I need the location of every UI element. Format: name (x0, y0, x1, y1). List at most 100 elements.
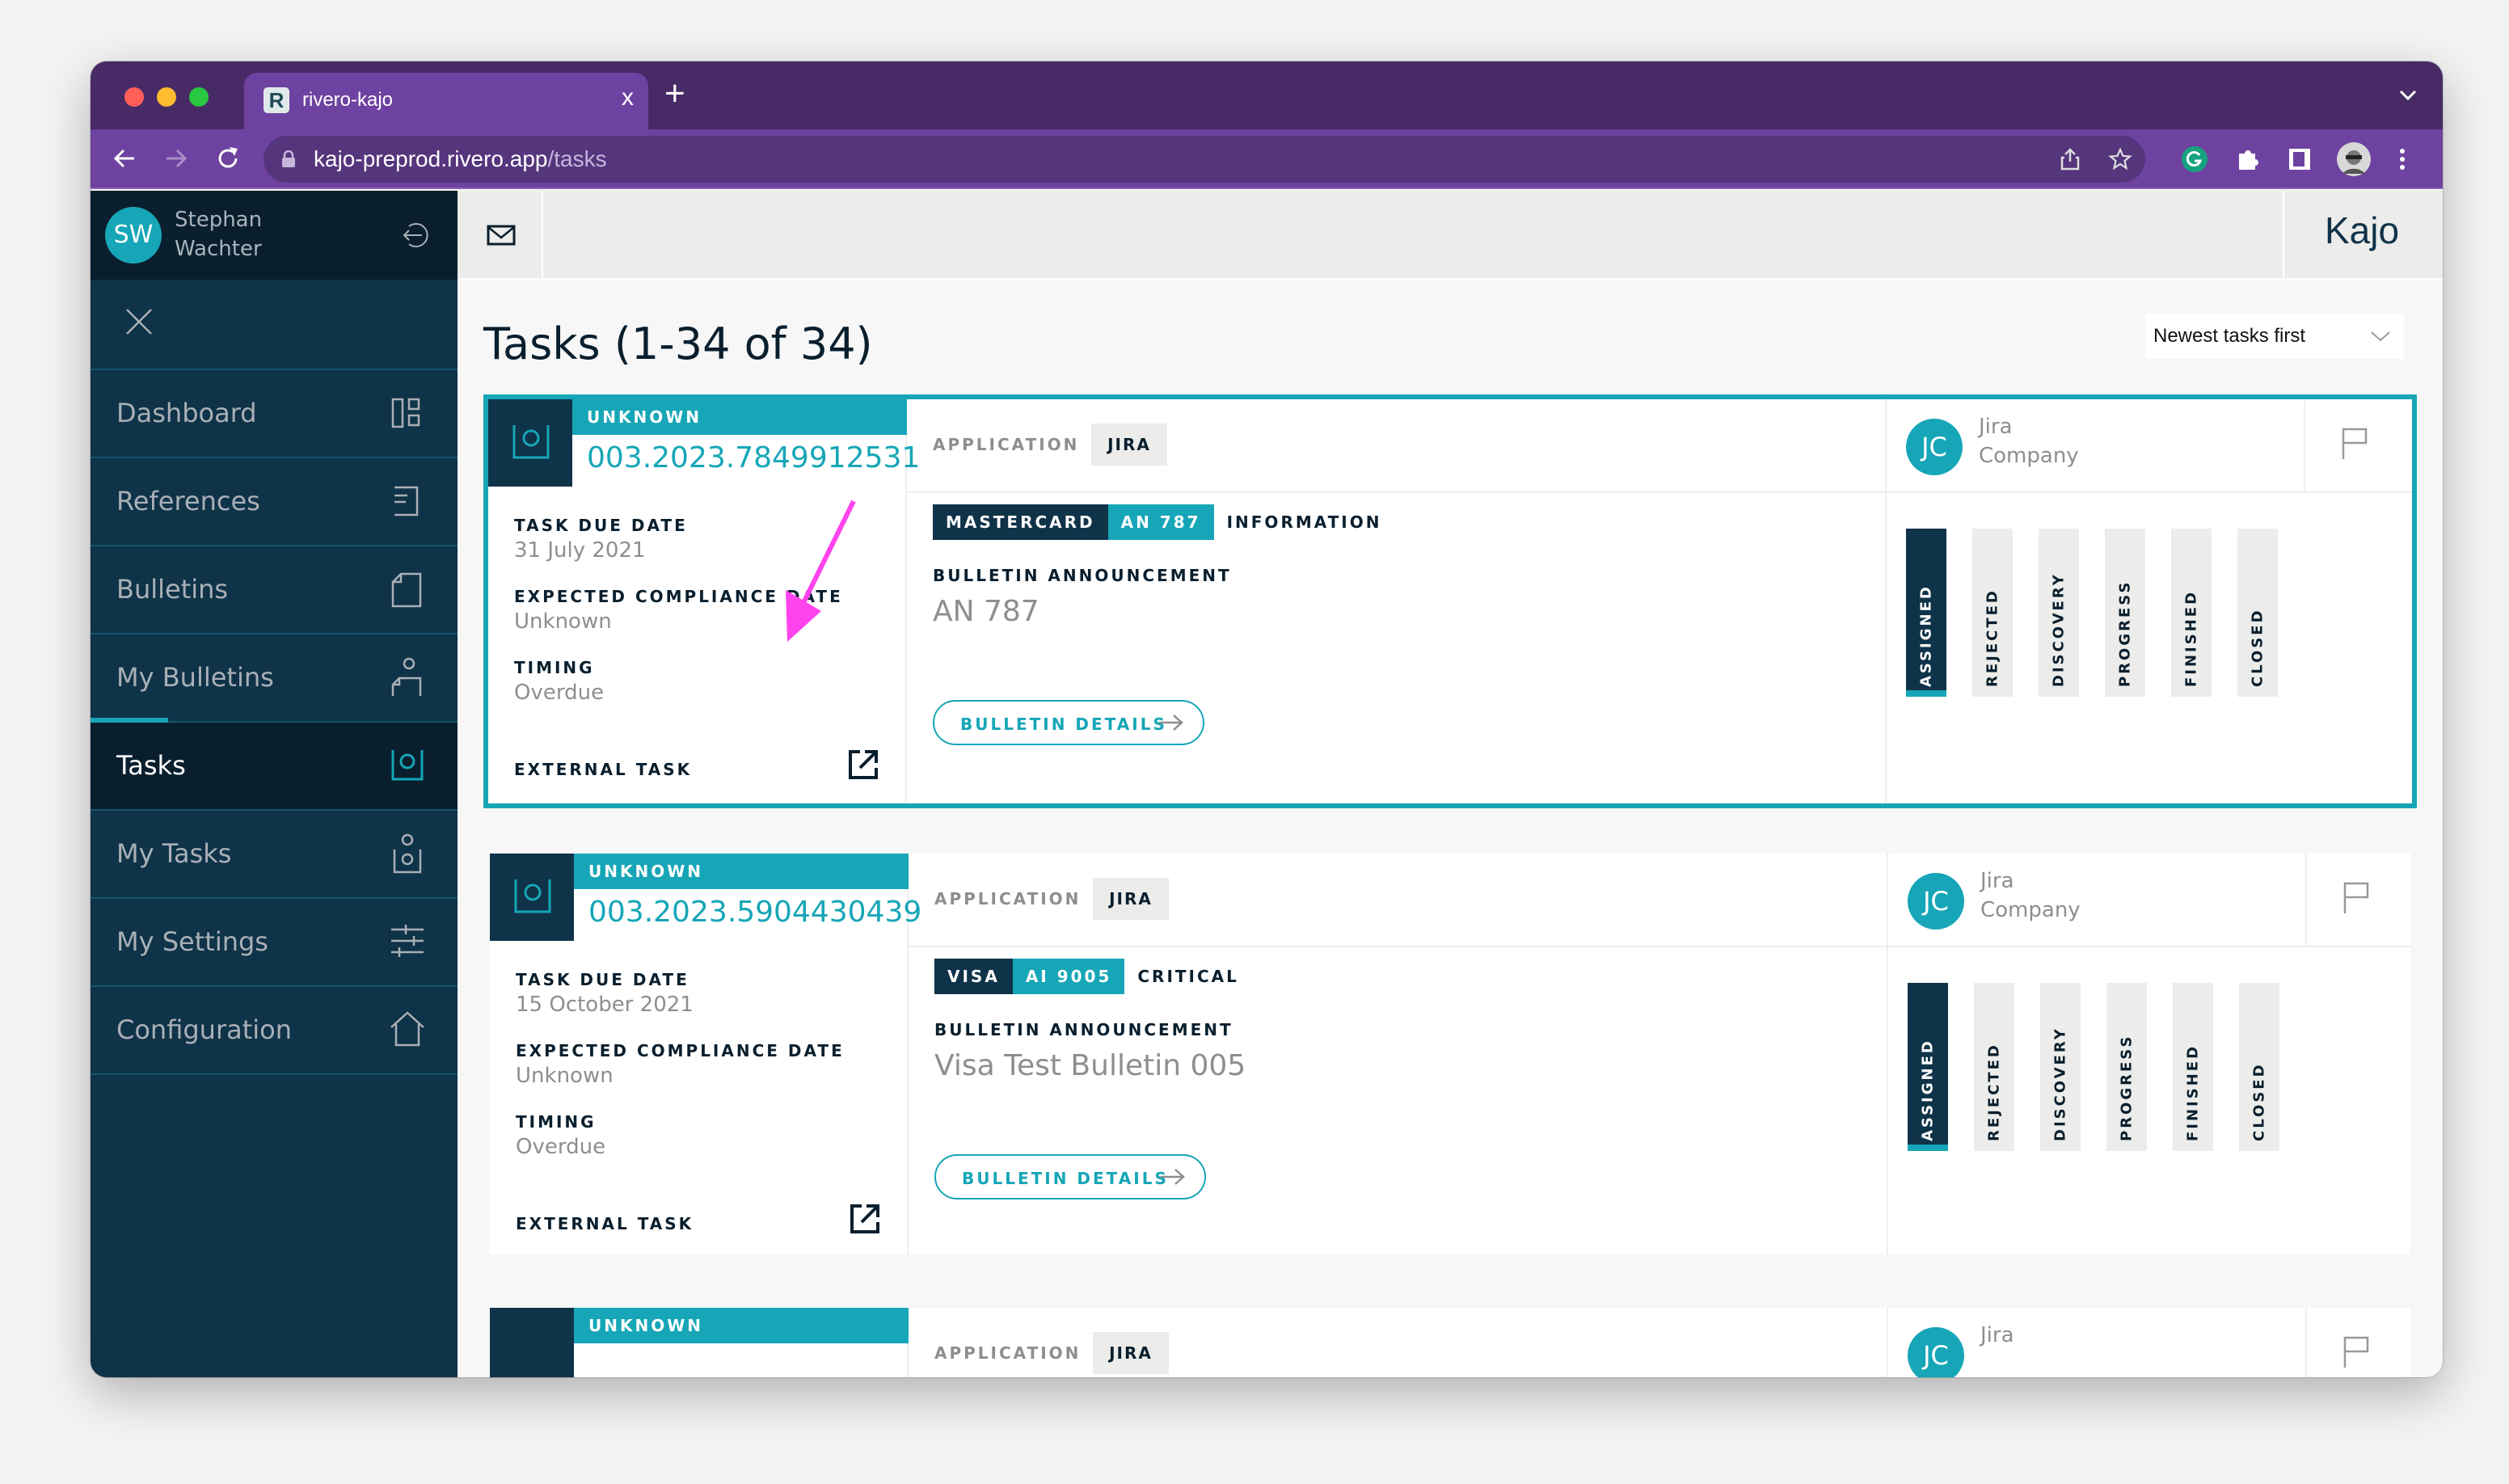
assignee-avatar: JC (1908, 1327, 1964, 1377)
assignment-panel: JC Jira Company ASSIGNED REJECTED DISCOVE… (1887, 399, 2412, 803)
messages-button[interactable] (458, 191, 543, 278)
task-summary: UNKNOWN 003.2023.7849912531 TASK DUE DAT… (488, 399, 920, 803)
assignee-avatar: JC (1906, 419, 1963, 475)
sidebar-item-references[interactable]: References (91, 458, 458, 546)
dashboard-icon (391, 398, 420, 428)
url-text: kajo-preprod.rivero.app/tasks (314, 146, 607, 171)
tasks-icon (391, 750, 424, 781)
network-tag: VISA (934, 959, 1013, 994)
external-task-label: EXTERNAL TASK (514, 760, 693, 779)
flag-button[interactable] (2307, 1308, 2410, 1377)
bookmark-star-icon[interactable] (2108, 147, 2132, 171)
task-icon (512, 425, 550, 459)
assignee-name: Jira Company (1979, 415, 2079, 468)
sidebar-close-row (91, 280, 458, 370)
task-status: UNKNOWN (574, 1308, 909, 1343)
tab-title: rivero-kajo (302, 89, 394, 111)
application-row: APPLICATION JIRA (907, 399, 1885, 493)
profile-avatar[interactable] (2336, 141, 2372, 177)
bulletin-announcement-label: BULLETIN ANNOUNCEMENT (934, 1020, 1233, 1039)
assignee-name: Jira (1980, 1323, 2014, 1347)
sidebar-item-dashboard[interactable]: Dashboard (91, 370, 458, 458)
browser-menu-icon[interactable] (2396, 145, 2409, 173)
network-tag: MASTERCARD (933, 504, 1108, 540)
address-bar[interactable]: kajo-preprod.rivero.app/tasks (264, 136, 2145, 183)
share-icon[interactable] (2058, 147, 2082, 171)
maximize-window-button[interactable] (189, 87, 209, 107)
task-id-link[interactable]: 003.2023.7849912531 (587, 441, 920, 474)
compliance-date-value: Unknown (516, 1064, 614, 1088)
assignee: JC Jira Company (1887, 399, 2305, 493)
stage-progress[interactable]: PROGRESS (2105, 529, 2145, 697)
forward-arrow-icon[interactable] (162, 144, 191, 173)
brand-cell: Kajo (2283, 191, 2443, 278)
brand-logo: Kajo (2325, 209, 2400, 251)
flag-button[interactable] (2305, 399, 2412, 493)
logout-icon[interactable] (401, 220, 432, 251)
stage-closed[interactable]: CLOSED (2237, 529, 2278, 697)
task-type-badge (488, 399, 572, 487)
task-card[interactable]: UNKNOWN APPLICATION JIRA JC Jira (490, 1308, 2410, 1377)
user-profile[interactable]: SW Stephan Wachter (91, 191, 458, 280)
sidebar-item-configuration[interactable]: Configuration (91, 987, 458, 1075)
stage-finished[interactable]: FINISHED (2173, 983, 2213, 1151)
bulletin-details-button[interactable]: BULLETIN DETAILS (934, 1154, 1206, 1199)
bulletins-icon (391, 572, 422, 608)
extensions-puzzle-icon[interactable] (2234, 145, 2262, 173)
stage-assigned[interactable]: ASSIGNED (1906, 529, 1946, 697)
external-link-icon[interactable] (847, 748, 879, 781)
flag-icon (2342, 428, 2368, 459)
stage-progress[interactable]: PROGRESS (2106, 983, 2147, 1151)
sidebar-item-my-settings[interactable]: My Settings (91, 899, 458, 987)
close-sidebar-icon[interactable] (124, 307, 154, 336)
browser-tab[interactable]: R rivero-kajo x (244, 73, 648, 129)
stage-closed[interactable]: CLOSED (2239, 983, 2279, 1151)
back-arrow-icon[interactable] (110, 144, 139, 173)
reload-icon[interactable] (213, 144, 242, 173)
kajo-app: SW Stephan Wachter Dashboard References … (91, 191, 2443, 1377)
flag-icon (2343, 1336, 2369, 1368)
arrow-right-icon (1161, 1169, 1185, 1185)
flag-button[interactable] (2307, 854, 2410, 947)
tab-search-chevron-icon[interactable] (2397, 84, 2418, 105)
new-tab-button[interactable]: + (664, 76, 685, 112)
stage-discovery[interactable]: DISCOVERY (2039, 529, 2079, 697)
top-bar: Kajo (458, 191, 2443, 280)
sliders-icon (391, 925, 424, 957)
timing-value: Overdue (514, 681, 605, 705)
lock-icon (282, 150, 295, 167)
application-row: APPLICATION JIRA (909, 1308, 1887, 1377)
stage-discovery[interactable]: DISCOVERY (2040, 983, 2081, 1151)
sort-select[interactable]: Newest tasks first (2145, 314, 2404, 359)
task-card[interactable]: UNKNOWN 003.2023.5904430439 TASK DUE DAT… (490, 854, 2410, 1254)
sidebar-item-bulletins[interactable]: Bulletins (91, 546, 458, 634)
stage-assigned[interactable]: ASSIGNED (1908, 983, 1948, 1151)
application-row: APPLICATION JIRA (909, 854, 1887, 947)
task-card[interactable]: UNKNOWN 003.2023.7849912531 TASK DUE DAT… (483, 394, 2417, 808)
bulletin-details-button[interactable]: BULLETIN DETAILS (933, 700, 1204, 745)
stage-rejected[interactable]: REJECTED (1974, 983, 2014, 1151)
task-id-link[interactable]: 003.2023.5904430439 (588, 896, 921, 929)
sidebar-panel-icon[interactable] (2286, 145, 2313, 173)
user-avatar: SW (105, 207, 162, 263)
bulletin-info: APPLICATION JIRA MASTERCARD AN 787 INFOR… (907, 399, 1887, 803)
rivero-favicon-icon: R (264, 87, 289, 113)
timing-label: TIMING (516, 1112, 597, 1132)
stage-rejected[interactable]: REJECTED (1972, 529, 2013, 697)
task-summary: UNKNOWN (490, 1308, 909, 1377)
active-indicator (91, 718, 168, 723)
timing-value: Overdue (516, 1135, 606, 1159)
application-chip: JIRA (1093, 1332, 1169, 1374)
close-window-button[interactable] (124, 87, 144, 107)
stage-finished[interactable]: FINISHED (2171, 529, 2212, 697)
compliance-date-value: Unknown (514, 609, 612, 634)
compliance-date-label: EXPECTED COMPLIANCE DATE (514, 587, 843, 606)
minimize-window-button[interactable] (157, 87, 176, 107)
tab-strip: R rivero-kajo x + (91, 61, 2443, 129)
external-link-icon[interactable] (849, 1203, 881, 1235)
sidebar-item-my-tasks[interactable]: My Tasks (91, 811, 458, 899)
sidebar-item-my-bulletins[interactable]: My Bulletins (91, 634, 458, 723)
grammarly-extension-icon[interactable] (2181, 145, 2208, 173)
sidebar-item-tasks[interactable]: Tasks (91, 718, 458, 811)
tab-close-button[interactable]: x (622, 84, 634, 112)
